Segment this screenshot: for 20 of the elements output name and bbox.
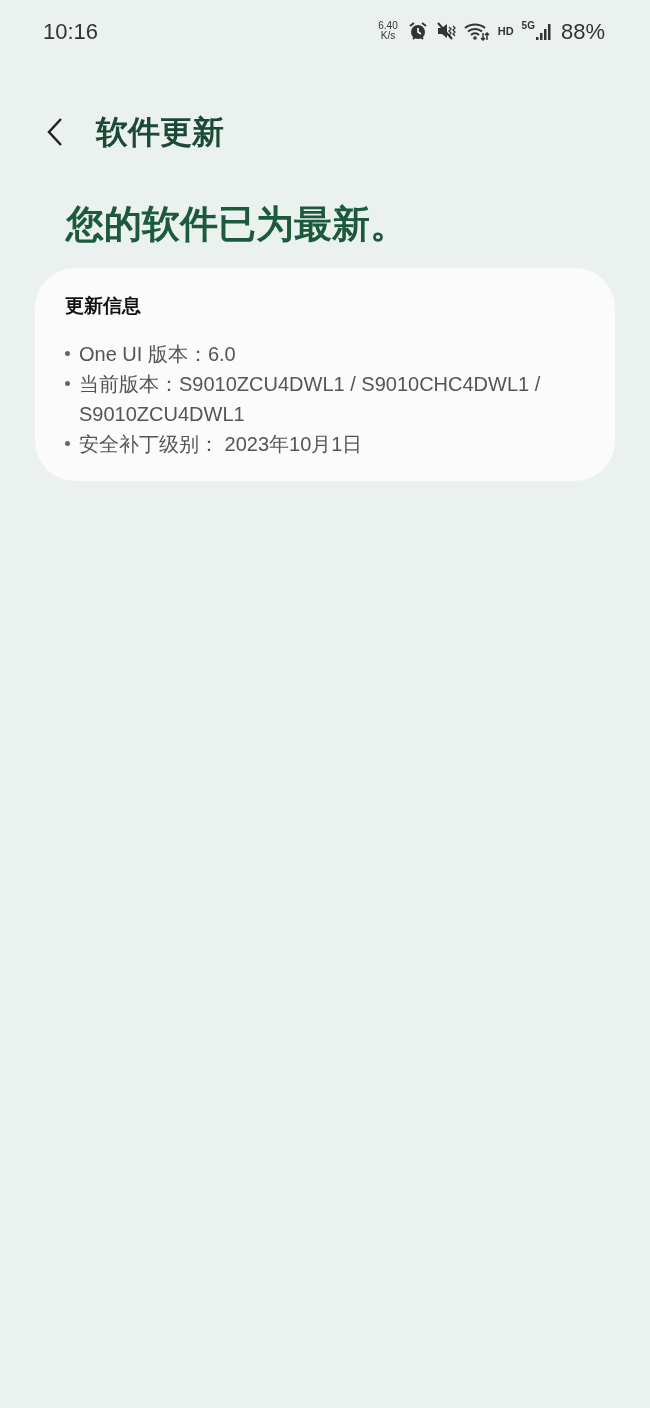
status-time: 10:16: [43, 17, 99, 46]
status-headline: 您的软件已为最新。: [64, 202, 409, 247]
network-speed-unit: K/s: [380, 31, 396, 41]
network-speed: 6.40: [378, 21, 398, 31]
card-title: 更新信息: [65, 294, 142, 318]
bullet-icon: [65, 350, 70, 356]
bullet-icon: [65, 440, 70, 446]
info-text: 当前版本：S9010ZCU4DWL1 / S9010CHC4DWL1 / S9010ZCU4DWL1: [79, 371, 542, 427]
signal-icon: [534, 21, 553, 41]
bullet-icon: [65, 380, 70, 386]
battery-percent: 88%: [560, 17, 605, 46]
network-type-label: 5G: [521, 21, 535, 31]
hd-label: HD: [497, 23, 514, 39]
back-icon: [47, 117, 63, 147]
alarm-icon: [407, 21, 428, 41]
page-title: 软件更新: [96, 113, 224, 152]
mute-icon: [435, 21, 456, 41]
wifi-icon: [463, 21, 490, 41]
info-text: 安全补丁级别： 2023年10月1日: [79, 431, 363, 457]
info-text: One UI 版本：6.0: [79, 341, 236, 367]
